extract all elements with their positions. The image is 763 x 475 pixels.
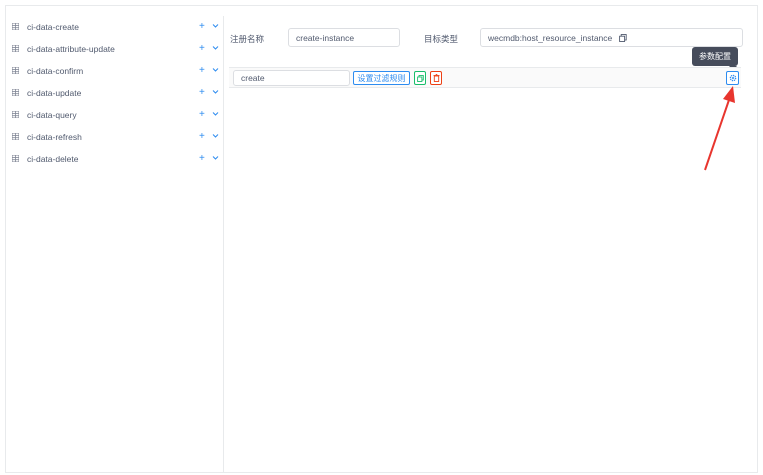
param-name-input[interactable]: create bbox=[233, 70, 350, 86]
target-type-label: 目标类型 bbox=[424, 34, 459, 44]
chevron-down-icon[interactable] bbox=[212, 89, 219, 95]
chevron-down-icon[interactable] bbox=[212, 23, 219, 29]
target-type-field[interactable]: wecmdb:host_resource_instance bbox=[480, 28, 743, 47]
set-filter-rule-label: 设置过滤规则 bbox=[357, 73, 406, 83]
tooltip-text: 参数配置 bbox=[699, 52, 731, 61]
chevron-down-icon[interactable] bbox=[212, 155, 219, 161]
sidebar-divider bbox=[223, 16, 224, 473]
trash-icon bbox=[433, 74, 439, 82]
sidebar-item-ci-data-refresh[interactable]: ci-data-refresh + bbox=[5, 126, 223, 148]
add-icon[interactable]: + bbox=[199, 132, 205, 142]
sidebar-item-ci-data-confirm[interactable]: ci-data-confirm + bbox=[5, 60, 223, 82]
chevron-down-icon[interactable] bbox=[212, 111, 219, 117]
registration-name-value: create-instance bbox=[296, 32, 355, 43]
tooltip: 参数配置 bbox=[692, 47, 738, 66]
copy-icon[interactable] bbox=[619, 33, 627, 42]
sidebar-item-label: ci-data-delete bbox=[27, 154, 79, 164]
gear-icon bbox=[729, 74, 736, 82]
grid-icon bbox=[12, 155, 19, 162]
sidebar-item-ci-data-create[interactable]: ci-data-create + bbox=[5, 16, 223, 38]
sidebar: ci-data-create + ci-data-attribute-updat… bbox=[5, 5, 223, 473]
copy-button[interactable] bbox=[414, 71, 426, 85]
param-config-button[interactable] bbox=[726, 71, 739, 85]
registration-name-input[interactable]: create-instance bbox=[288, 28, 400, 47]
add-icon[interactable]: + bbox=[199, 154, 205, 164]
grid-icon bbox=[12, 111, 19, 118]
delete-button[interactable] bbox=[430, 71, 442, 85]
sidebar-item-ci-data-query[interactable]: ci-data-query + bbox=[5, 104, 223, 126]
sidebar-item-ci-data-update[interactable]: ci-data-update + bbox=[5, 82, 223, 104]
chevron-down-icon[interactable] bbox=[212, 133, 219, 139]
sidebar-item-label: ci-data-update bbox=[27, 88, 82, 98]
sidebar-item-ci-data-attribute-update[interactable]: ci-data-attribute-update + bbox=[5, 38, 223, 60]
add-icon[interactable]: + bbox=[199, 44, 205, 54]
add-icon[interactable]: + bbox=[199, 110, 205, 120]
add-icon[interactable]: + bbox=[199, 88, 205, 98]
sidebar-item-label: ci-data-refresh bbox=[27, 132, 82, 142]
grid-icon bbox=[12, 23, 19, 30]
target-type-value: wecmdb:host_resource_instance bbox=[488, 32, 613, 43]
add-icon[interactable]: + bbox=[199, 22, 205, 32]
set-filter-rule-button[interactable]: 设置过滤规则 bbox=[353, 71, 410, 85]
sidebar-item-label: ci-data-confirm bbox=[27, 66, 84, 76]
copy-icon bbox=[416, 74, 424, 82]
param-name-value: create bbox=[241, 73, 265, 83]
sidebar-item-ci-data-delete[interactable]: ci-data-delete + bbox=[5, 148, 223, 170]
grid-icon bbox=[12, 133, 19, 140]
chevron-down-icon[interactable] bbox=[212, 67, 219, 73]
sidebar-item-label: ci-data-attribute-update bbox=[27, 44, 115, 54]
grid-icon bbox=[12, 89, 19, 96]
sidebar-item-label: ci-data-create bbox=[27, 22, 79, 32]
add-icon[interactable]: + bbox=[199, 66, 205, 76]
sidebar-item-label: ci-data-query bbox=[27, 110, 77, 120]
grid-icon bbox=[12, 45, 19, 52]
chevron-down-icon[interactable] bbox=[212, 45, 219, 51]
grid-icon bbox=[12, 67, 19, 74]
registration-name-label: 注册名称 bbox=[230, 34, 265, 44]
